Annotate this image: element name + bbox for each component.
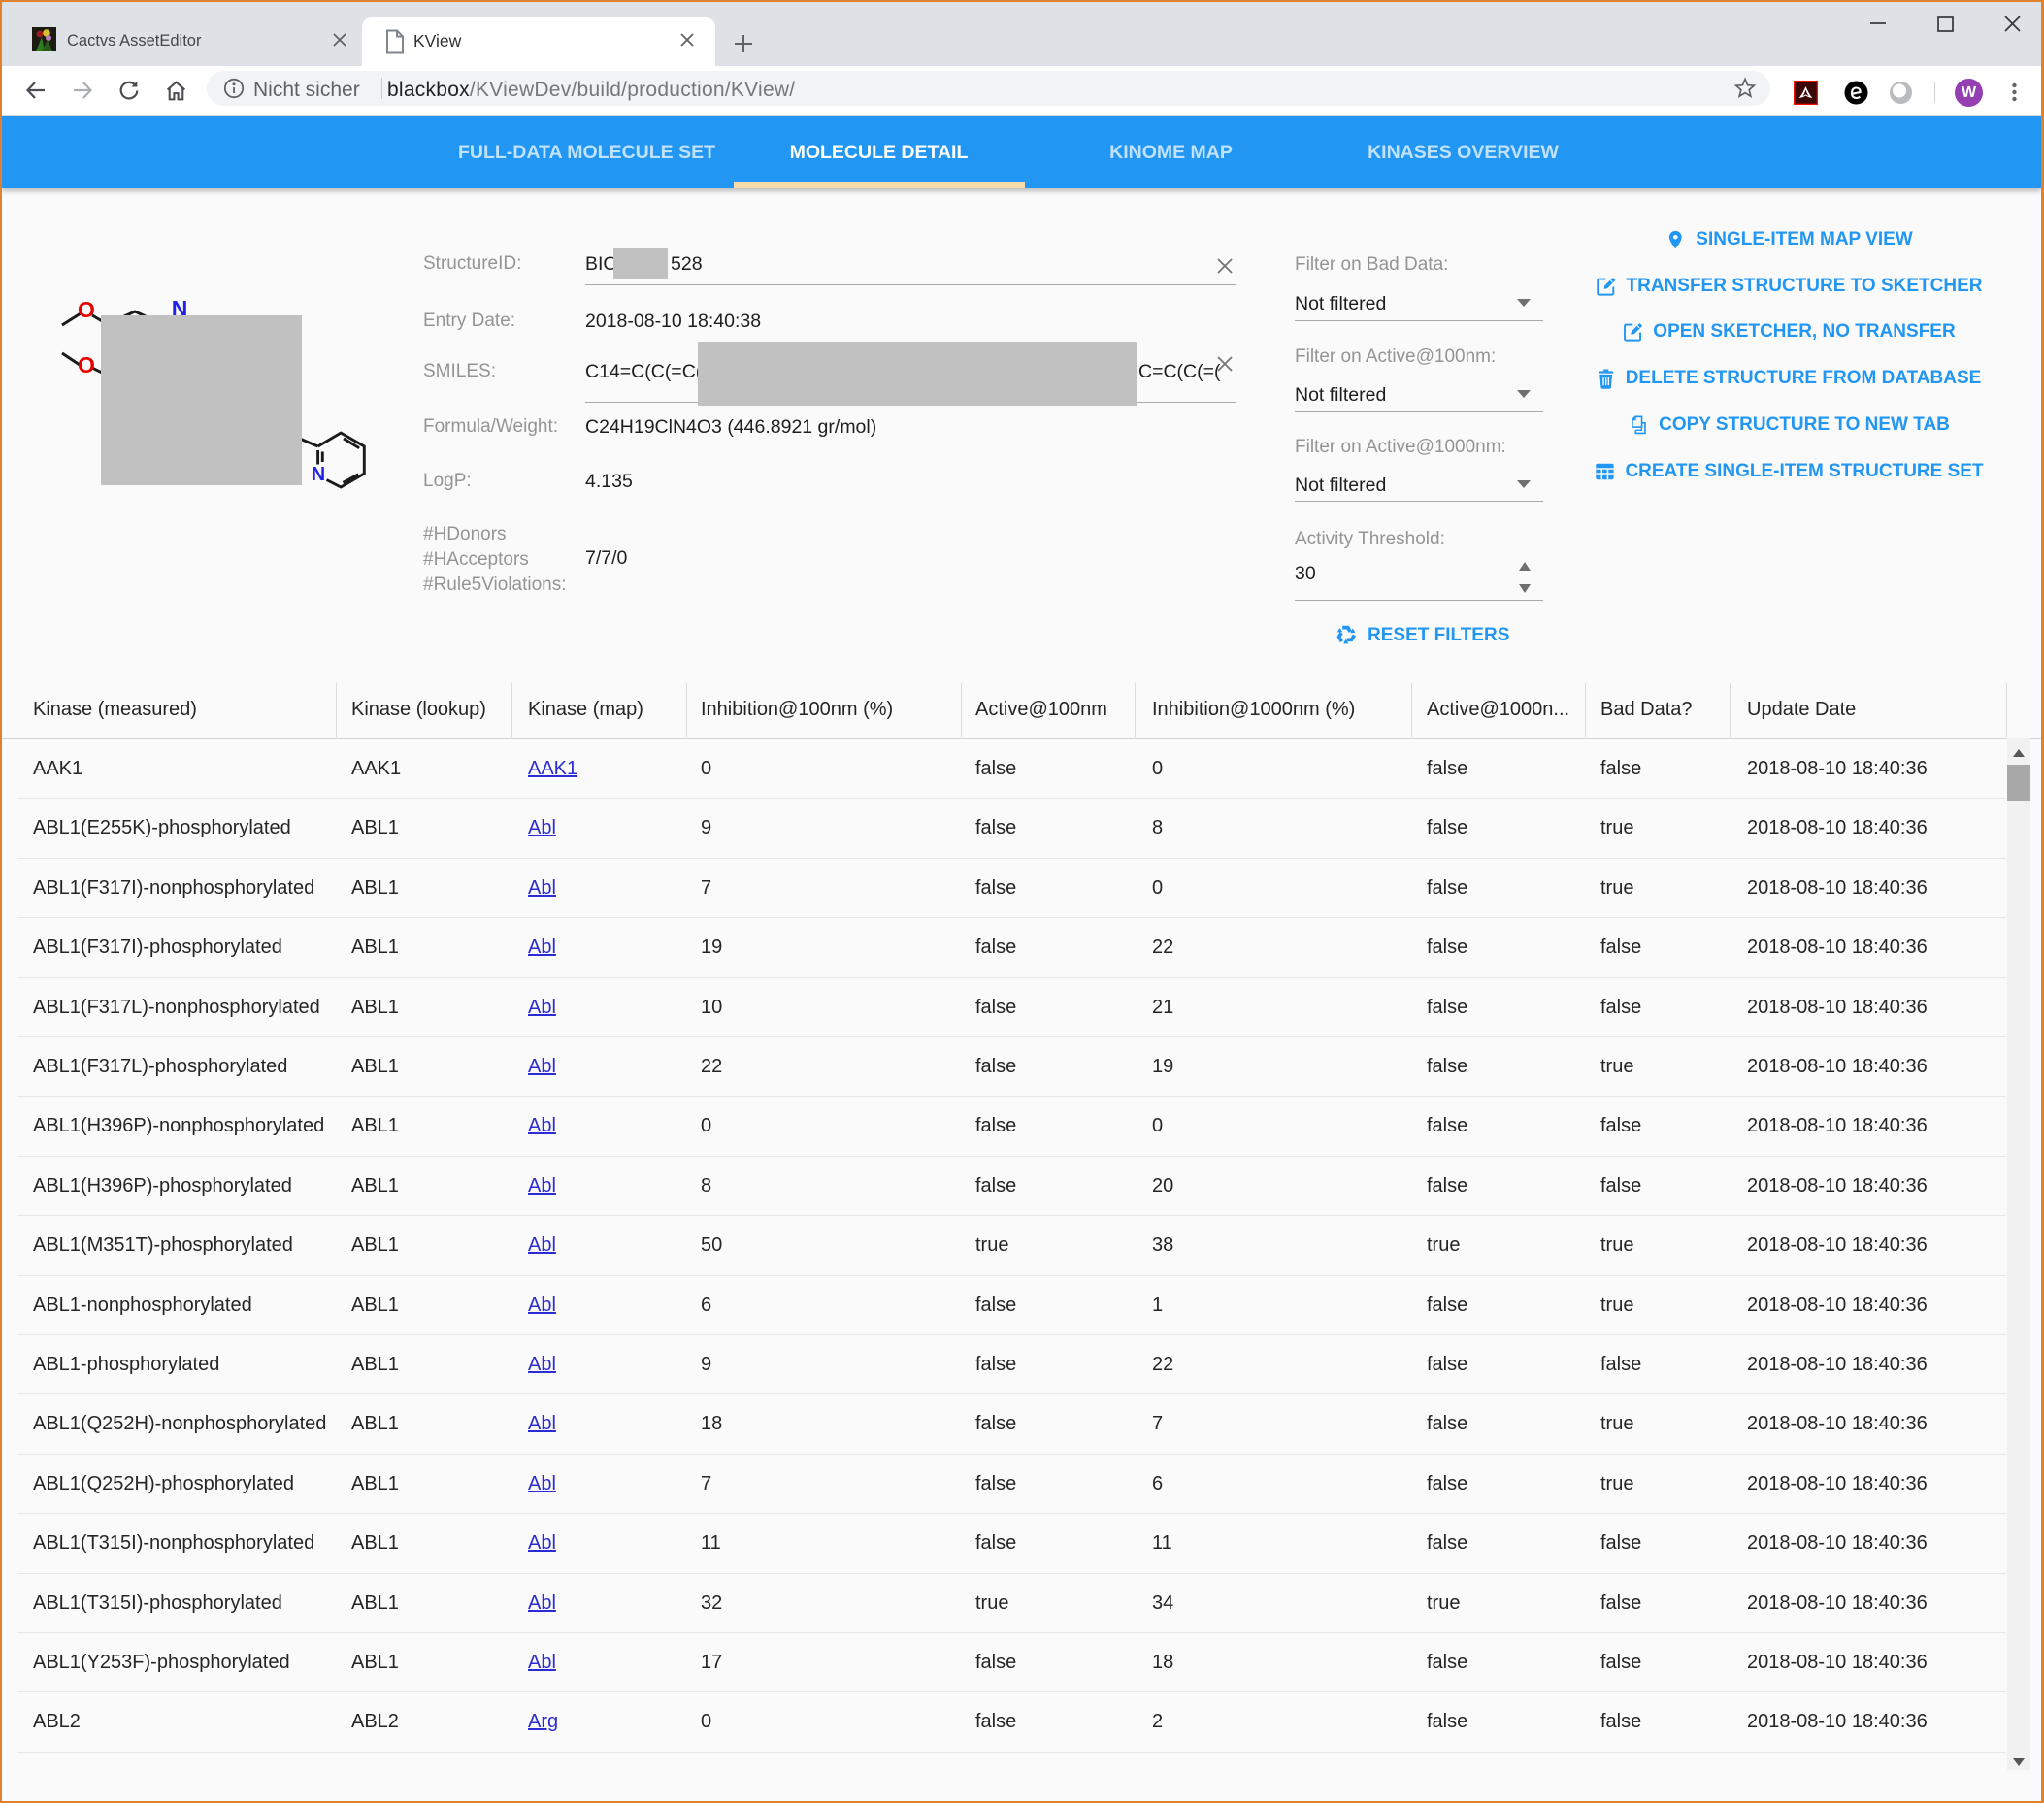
svg-text:O: O <box>78 297 95 322</box>
svg-text:N: N <box>312 464 325 485</box>
svg-text:O: O <box>78 352 95 377</box>
